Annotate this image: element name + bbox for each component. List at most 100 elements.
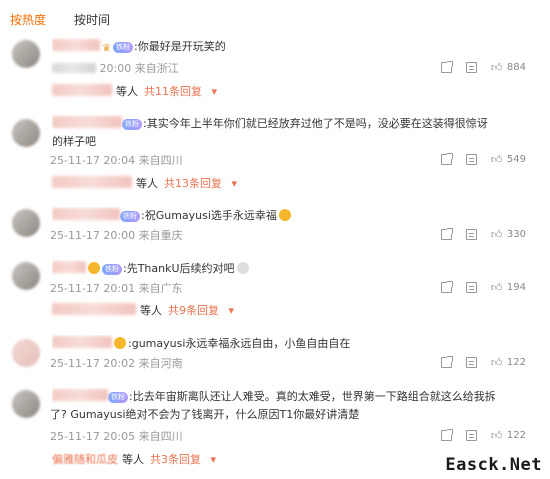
emoji-icon — [114, 337, 126, 349]
comment-text: :其实今年上半年你们就已经放弃过他了不是吗，没必要在这装得很惊讶 — [143, 117, 488, 130]
replier-names — [52, 303, 136, 315]
comment-icon — [465, 154, 477, 165]
like-button[interactable]: 👍︎ 330 — [491, 229, 526, 240]
comment-location: 来自重庆 — [138, 229, 183, 242]
chevron-down-icon[interactable]: ▾ — [208, 85, 217, 98]
share-button[interactable] — [440, 356, 453, 368]
more-replies-link[interactable]: 共3条回复 — [150, 453, 201, 466]
like-button[interactable]: 👍︎ 122 — [491, 430, 526, 441]
comment-meta: 25-11-17 20:00 来自重庆 — [50, 227, 183, 243]
share-icon — [440, 61, 453, 73]
username[interactable] — [52, 116, 122, 128]
avatar[interactable] — [12, 209, 40, 237]
comment-meta: 25-11-17 20:01 来自广东 — [50, 280, 183, 296]
comment-actions: 👍︎ 194 — [427, 281, 526, 293]
comment-icon — [465, 229, 477, 240]
reply-people: 等人 — [116, 85, 138, 98]
share-button[interactable] — [440, 281, 453, 293]
reply-summary: 等人 共11条回复 ▾ — [52, 84, 217, 100]
reply-button[interactable] — [465, 62, 477, 73]
username[interactable] — [52, 261, 86, 273]
comment-actions: 👍︎ 330 — [427, 228, 526, 240]
comment-location: 来自浙江 — [134, 62, 179, 75]
reply-button[interactable] — [465, 430, 477, 441]
comment-icon — [465, 282, 477, 293]
like-button[interactable]: 👍︎ 549 — [491, 154, 526, 165]
chevron-down-icon[interactable]: ▾ — [228, 177, 237, 190]
reply-people: 等人 — [136, 177, 158, 190]
comment-time: 25-11-17 20:01 — [50, 282, 136, 295]
share-icon — [440, 429, 453, 441]
like-count: 122 — [506, 430, 526, 441]
comment-text: :祝Gumayusi选手永远幸福 — [141, 209, 277, 222]
username[interactable] — [52, 389, 108, 401]
comment-text: :比去年宙斯离队还让人难受。真的太难受，世界第一下路组合就这么给我拆 — [129, 390, 496, 403]
share-button[interactable] — [440, 153, 453, 165]
username[interactable] — [52, 336, 112, 348]
avatar[interactable] — [12, 262, 40, 290]
share-icon — [440, 153, 453, 165]
comment-icon — [465, 430, 477, 441]
like-count: 884 — [506, 62, 526, 73]
comment-location: 来自四川 — [138, 154, 183, 167]
comment-meta: 25-11-17 20:05 来自四川 — [50, 428, 183, 444]
like-button[interactable]: 👍︎ 884 — [491, 62, 526, 73]
reply-people: 等人 — [140, 304, 162, 317]
thumbs-up-icon: 👍︎ — [490, 228, 503, 241]
avatar[interactable] — [12, 119, 40, 147]
username[interactable] — [52, 39, 100, 51]
comment-time: 25-11-17 20:02 — [50, 357, 136, 370]
comment-meta: 25-11-17 20:04 来自四川 — [50, 152, 183, 168]
tab-by-hot[interactable]: 按热度 — [10, 11, 46, 28]
thumbs-up-icon: 👍︎ — [490, 356, 503, 369]
like-button[interactable]: 👍︎ 194 — [491, 282, 526, 293]
reply-button[interactable] — [465, 282, 477, 293]
thumbs-up-icon: 👍︎ — [490, 281, 503, 294]
more-replies-link[interactable]: 共9条回复 — [168, 304, 219, 317]
site-watermark: Easck.Net — [445, 455, 542, 475]
like-count: 194 — [506, 282, 526, 293]
username[interactable] — [52, 208, 120, 220]
share-button[interactable] — [440, 61, 453, 73]
comment-icon — [465, 62, 477, 73]
reply-button[interactable] — [465, 357, 477, 368]
sort-tabs: 按热度 按时间 — [10, 8, 110, 30]
more-replies-link[interactable]: 共11条回复 — [144, 85, 202, 98]
like-count: 549 — [506, 154, 526, 165]
comment-location: 来自河南 — [138, 357, 183, 370]
avatar[interactable] — [12, 339, 40, 367]
comment-actions: 👍︎ 884 — [427, 61, 526, 73]
replier-names — [52, 176, 132, 188]
fan-badge: 铁粉 — [120, 211, 140, 222]
chevron-down-icon[interactable]: ▾ — [207, 453, 216, 466]
tab-by-time[interactable]: 按时间 — [74, 11, 110, 28]
comment-location: 来自四川 — [138, 430, 183, 443]
fan-badge: 铁粉 — [108, 392, 128, 403]
chevron-down-icon[interactable]: ▾ — [225, 304, 234, 317]
comment-location: 来自广东 — [138, 282, 183, 295]
avatar[interactable] — [12, 390, 40, 418]
comment-meta: 20:00 来自浙江 — [52, 60, 179, 76]
comment-text-cont: 的样子吧 — [52, 135, 96, 148]
share-icon — [440, 281, 453, 293]
share-button[interactable] — [440, 228, 453, 240]
thumbs-up-icon: 👍︎ — [490, 153, 503, 166]
more-replies-link[interactable]: 共13条回复 — [164, 177, 222, 190]
comment-time: 25-11-17 20:05 — [50, 430, 136, 443]
comment-actions: 👍︎ 122 — [427, 356, 526, 368]
avatar[interactable] — [12, 40, 40, 68]
like-button[interactable]: 👍︎ 122 — [491, 357, 526, 368]
emoji-icon — [236, 262, 249, 274]
comment-text: :先ThankU后续约对吧 — [123, 262, 235, 275]
reply-button[interactable] — [465, 229, 477, 240]
reply-summary: 等人 共13条回复 ▾ — [52, 176, 237, 192]
reply-button[interactable] — [465, 154, 477, 165]
comment-time: 20:00 — [99, 62, 132, 75]
emoji-icon — [278, 209, 291, 221]
time-blur — [52, 63, 96, 73]
replier-names — [52, 84, 112, 96]
thumbs-up-icon: 👍︎ — [490, 429, 503, 442]
thumbs-up-icon: 👍︎ — [490, 61, 503, 74]
share-button[interactable] — [440, 429, 453, 441]
comment-text: :gumayusi永远幸福永远自由，小鱼自由自在 — [128, 337, 351, 350]
